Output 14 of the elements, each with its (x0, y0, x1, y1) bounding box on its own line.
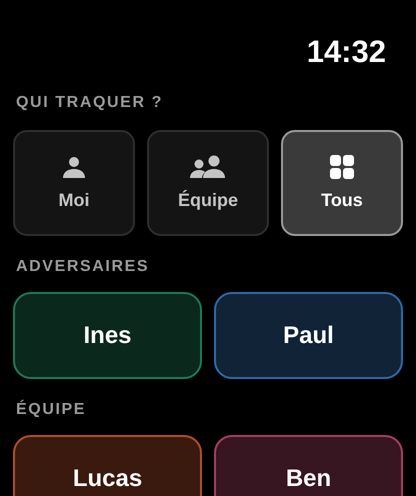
player-button[interactable]: Ines (13, 292, 202, 379)
section-heading: QUI TRAQUER ? (16, 93, 164, 113)
player-button[interactable]: Ben (214, 435, 403, 496)
mode-button[interactable]: Tous (281, 130, 403, 236)
clock-time: 14:32 (306, 34, 386, 71)
people-icon (190, 155, 226, 179)
mode-button[interactable]: Équipe (147, 130, 269, 236)
section-heading: ADVERSAIRES (16, 257, 150, 277)
grid-icon (330, 155, 354, 179)
player-button[interactable]: Lucas (13, 435, 202, 496)
player-button[interactable]: Paul (214, 292, 403, 379)
section-heading: ÉQUIPE (16, 400, 88, 420)
person-icon (62, 155, 86, 179)
mode-button[interactable]: Moi (13, 130, 135, 236)
